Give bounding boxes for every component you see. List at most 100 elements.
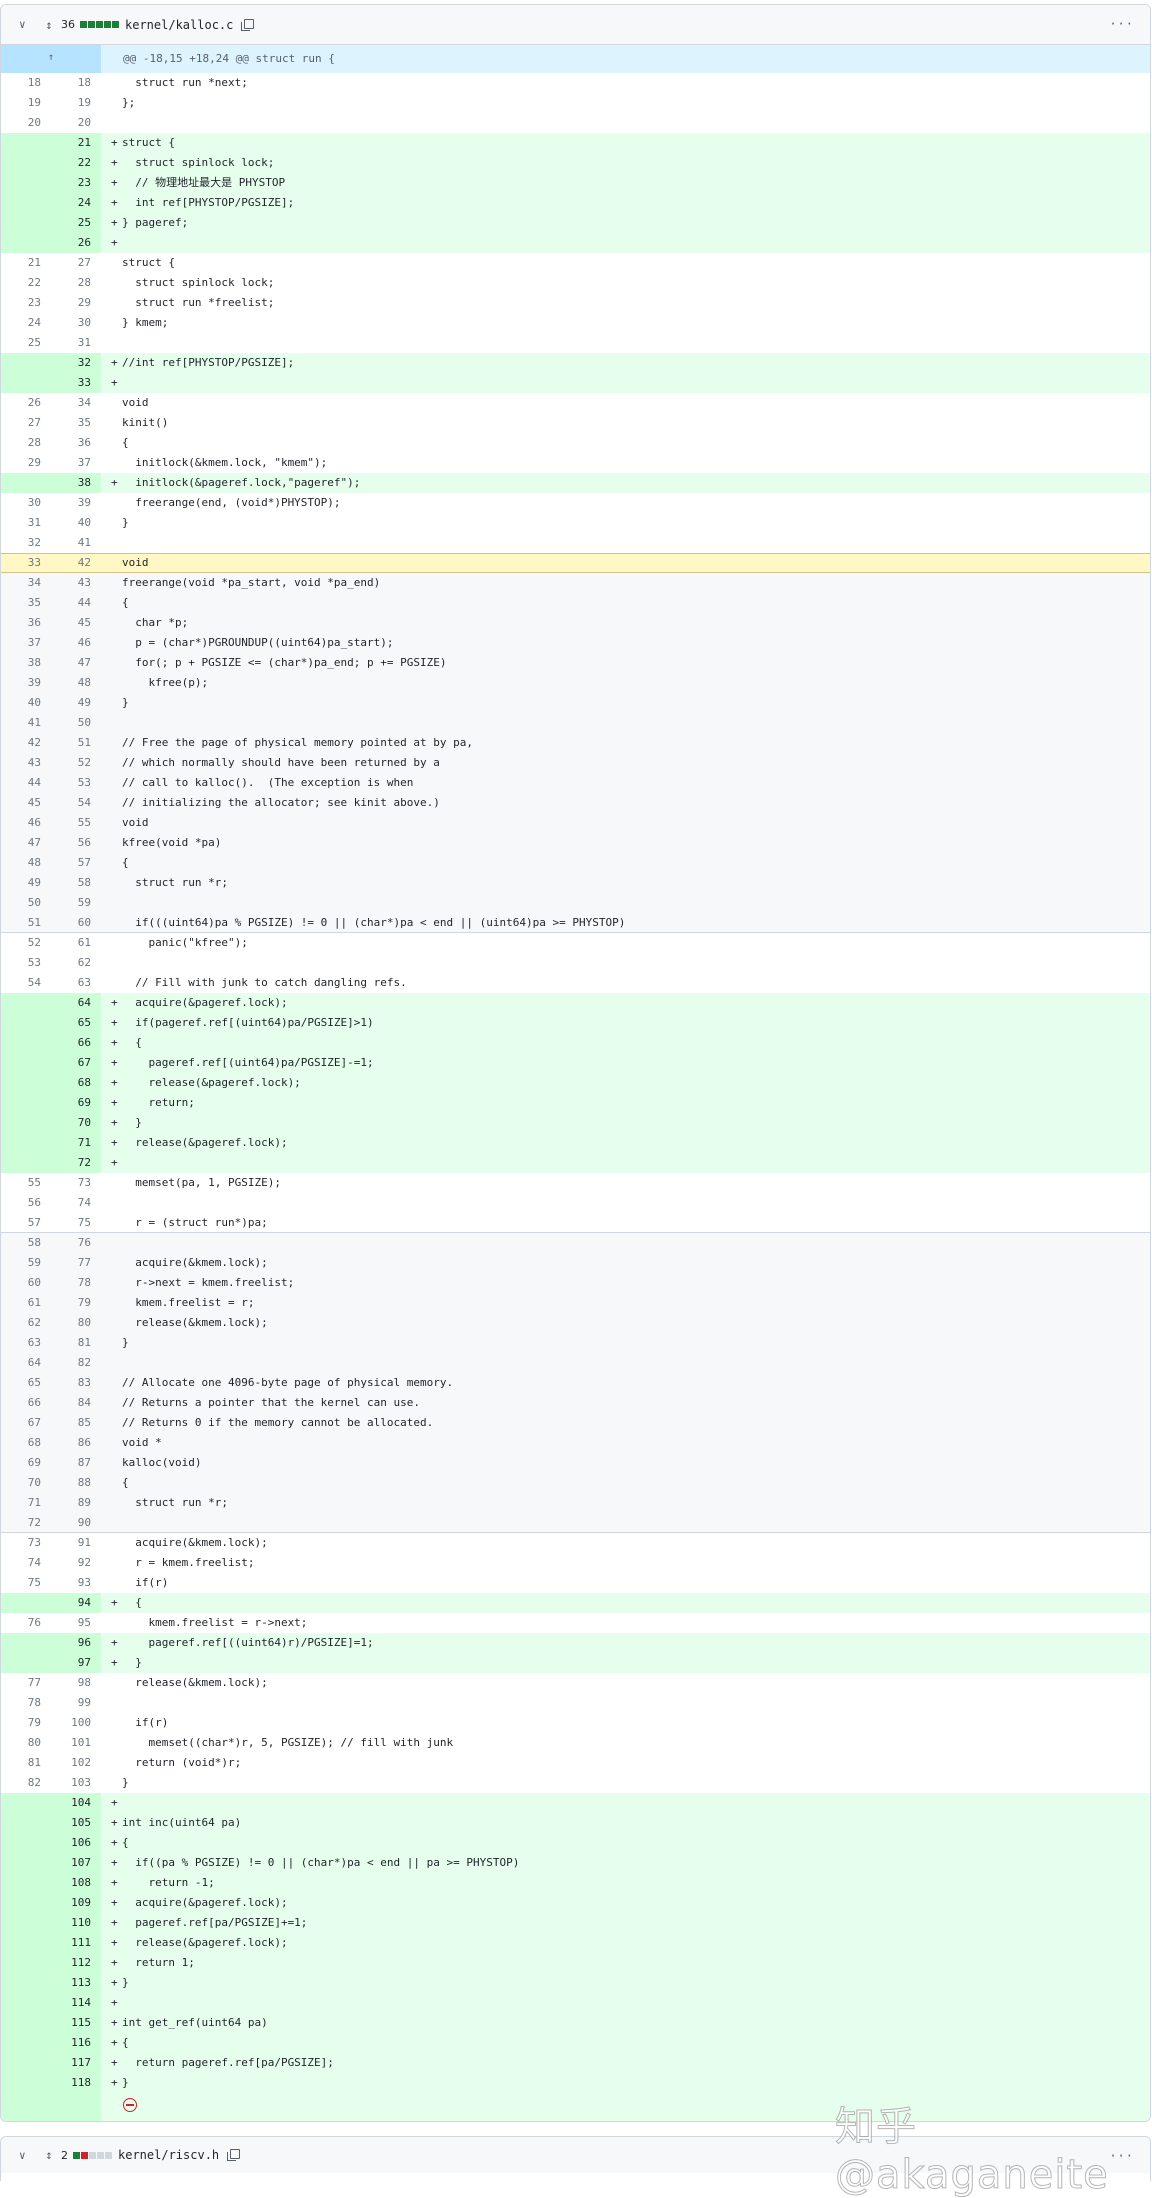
old-line-number[interactable]: 81 (1, 1753, 41, 1773)
old-line-number[interactable]: 80 (1, 1733, 41, 1753)
new-line-number[interactable]: 95 (41, 1613, 91, 1633)
new-line-number[interactable]: 62 (41, 953, 91, 973)
old-line-number[interactable] (1, 373, 41, 393)
new-line-number[interactable]: 83 (41, 1373, 91, 1393)
old-line-number[interactable] (1, 2073, 41, 2093)
old-line-number[interactable] (1, 1793, 41, 1813)
new-line-number[interactable]: 78 (41, 1273, 91, 1293)
new-line-number[interactable]: 45 (41, 613, 91, 633)
chevron-down-icon[interactable]: ∨ (19, 2149, 29, 2162)
new-line-number[interactable]: 84 (41, 1393, 91, 1413)
new-line-number[interactable]: 118 (41, 2073, 91, 2093)
new-line-number[interactable]: 94 (41, 1593, 91, 1613)
old-line-number[interactable] (1, 1933, 41, 1953)
old-line-number[interactable]: 77 (1, 1673, 41, 1693)
new-line-number[interactable]: 32 (41, 353, 91, 373)
new-line-number[interactable]: 36 (41, 433, 91, 453)
old-line-number[interactable]: 74 (1, 1553, 41, 1573)
old-line-number[interactable] (1, 2013, 41, 2033)
new-line-number[interactable]: 47 (41, 653, 91, 673)
new-line-number[interactable]: 103 (41, 1773, 91, 1793)
new-line-number[interactable]: 111 (41, 1933, 91, 1953)
new-line-number[interactable]: 38 (41, 473, 91, 493)
old-line-number[interactable]: 82 (1, 1773, 41, 1793)
old-line-number[interactable]: 67 (1, 1413, 41, 1433)
expand-up-icon[interactable]: ↑ (1, 45, 101, 73)
old-line-number[interactable]: 47 (1, 833, 41, 853)
old-line-number[interactable]: 70 (1, 1473, 41, 1493)
old-line-number[interactable] (1, 1633, 41, 1653)
new-line-number[interactable]: 67 (41, 1053, 91, 1073)
old-line-number[interactable]: 52 (1, 933, 41, 953)
new-line-number[interactable]: 50 (41, 713, 91, 733)
old-line-number[interactable]: 23 (1, 293, 41, 313)
new-line-number[interactable]: 64 (41, 993, 91, 1013)
old-line-number[interactable]: 65 (1, 1373, 41, 1393)
expand-all-icon[interactable]: ↕ (43, 18, 55, 32)
old-line-number[interactable]: 37 (1, 633, 41, 653)
old-line-number[interactable] (1, 1113, 41, 1133)
new-line-number[interactable]: 91 (41, 1533, 91, 1553)
old-line-number[interactable]: 38 (1, 653, 41, 673)
old-line-number[interactable]: 30 (1, 493, 41, 513)
old-line-number[interactable] (1, 173, 41, 193)
old-line-number[interactable]: 73 (1, 1533, 41, 1553)
new-line-number[interactable]: 92 (41, 1553, 91, 1573)
old-line-number[interactable] (1, 213, 41, 233)
old-line-number[interactable]: 61 (1, 1293, 41, 1313)
old-line-number[interactable]: 66 (1, 1393, 41, 1413)
new-line-number[interactable]: 100 (41, 1713, 91, 1733)
new-line-number[interactable]: 21 (41, 133, 91, 153)
old-line-number[interactable] (1, 1853, 41, 1873)
new-line-number[interactable]: 75 (41, 1213, 91, 1233)
new-line-number[interactable]: 76 (41, 1233, 91, 1253)
old-line-number[interactable]: 26 (1, 393, 41, 413)
old-line-number[interactable]: 71 (1, 1493, 41, 1513)
old-line-number[interactable] (1, 1593, 41, 1613)
new-line-number[interactable]: 79 (41, 1293, 91, 1313)
new-line-number[interactable]: 114 (41, 1993, 91, 2013)
new-line-number[interactable]: 28 (41, 273, 91, 293)
old-line-number[interactable] (1, 353, 41, 373)
new-line-number[interactable]: 116 (41, 2033, 91, 2053)
new-line-number[interactable]: 112 (41, 1953, 91, 1973)
new-line-number[interactable]: 117 (41, 2053, 91, 2073)
new-line-number[interactable]: 34 (41, 393, 91, 413)
new-line-number[interactable]: 42 (41, 553, 91, 573)
new-line-number[interactable]: 113 (41, 1973, 91, 1993)
new-line-number[interactable]: 33 (41, 373, 91, 393)
old-line-number[interactable]: 33 (1, 553, 41, 573)
new-line-number[interactable]: 23 (41, 173, 91, 193)
copy-icon[interactable] (227, 2149, 241, 2161)
old-line-number[interactable]: 22 (1, 273, 41, 293)
new-line-number[interactable]: 41 (41, 533, 91, 553)
new-line-number[interactable]: 58 (41, 873, 91, 893)
old-line-number[interactable]: 46 (1, 813, 41, 833)
old-line-number[interactable]: 20 (1, 113, 41, 133)
new-line-number[interactable]: 30 (41, 313, 91, 333)
old-line-number[interactable]: 25 (1, 333, 41, 353)
old-line-number[interactable] (1, 1033, 41, 1053)
new-line-number[interactable]: 59 (41, 893, 91, 913)
new-line-number[interactable]: 57 (41, 853, 91, 873)
new-line-number[interactable]: 25 (41, 213, 91, 233)
new-line-number[interactable]: 107 (41, 1853, 91, 1873)
old-line-number[interactable]: 28 (1, 433, 41, 453)
expand-all-icon[interactable]: ↕ (43, 2148, 55, 2162)
new-line-number[interactable]: 93 (41, 1573, 91, 1593)
old-line-number[interactable] (1, 1153, 41, 1173)
new-line-number[interactable]: 74 (41, 1193, 91, 1213)
new-line-number[interactable]: 55 (41, 813, 91, 833)
old-line-number[interactable] (1, 993, 41, 1013)
old-line-number[interactable]: 36 (1, 613, 41, 633)
new-line-number[interactable]: 39 (41, 493, 91, 513)
old-line-number[interactable]: 68 (1, 1433, 41, 1453)
old-line-number[interactable]: 48 (1, 853, 41, 873)
new-line-number[interactable]: 63 (41, 973, 91, 993)
new-line-number[interactable]: 68 (41, 1073, 91, 1093)
new-line-number[interactable]: 87 (41, 1453, 91, 1473)
chevron-down-icon[interactable]: ∨ (19, 18, 29, 31)
old-line-number[interactable]: 19 (1, 93, 41, 113)
new-line-number[interactable]: 109 (41, 1893, 91, 1913)
new-line-number[interactable]: 86 (41, 1433, 91, 1453)
